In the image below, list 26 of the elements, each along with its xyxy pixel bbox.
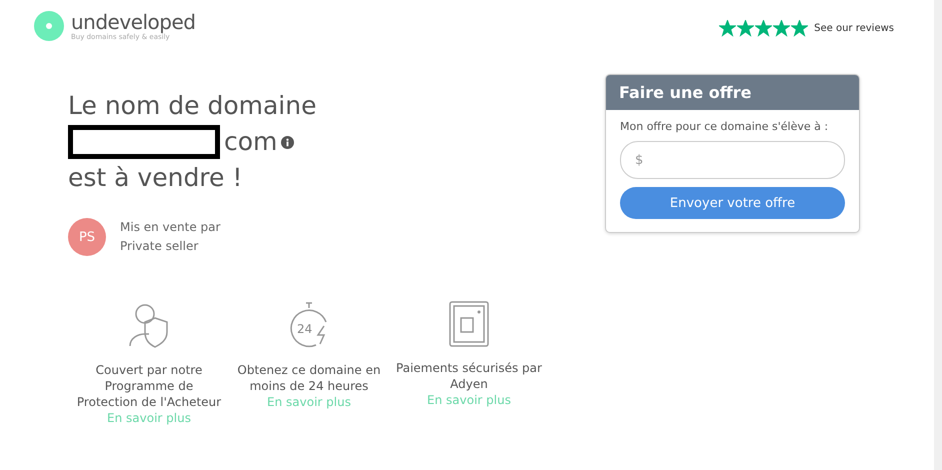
card-title: Faire une offre (606, 75, 859, 110)
info-icon[interactable] (281, 136, 294, 148)
headline-line: est à vendre ! (68, 162, 244, 194)
seller-name: Private seller (120, 238, 200, 255)
star-icon (719, 20, 736, 37)
seller-label: Mis en vente par (120, 219, 220, 236)
logo-name: undeveloped (71, 11, 196, 33)
star-icon (791, 20, 808, 37)
star-icon (773, 20, 790, 37)
learn-more-link[interactable]: En savoir plus (267, 394, 351, 410)
domain-suffix: com (224, 126, 278, 158)
headline-line: Le nom de domaine (68, 90, 316, 122)
seller-avatar: PS (68, 218, 106, 256)
star-icon (737, 20, 754, 37)
learn-more-link[interactable]: En savoir plus (107, 410, 191, 426)
reviews-link[interactable]: See our reviews (814, 23, 894, 34)
field-label: Mon offre pour ce domaine s'élève à : (620, 120, 830, 133)
star-icon (755, 20, 772, 37)
safe-icon (448, 300, 490, 348)
feature-text: Couvert par notre Programme de Protection de l'Acheteur (76, 362, 222, 410)
feature-text: Obtenez ce domaine en moins de 24 heures (236, 362, 382, 394)
feature-text: Paiements sécurisés par Adyen (395, 360, 543, 392)
logo-icon (34, 11, 64, 41)
offer-input[interactable]: $ (620, 141, 845, 179)
submit-button[interactable]: Envoyer votre offre (620, 187, 845, 219)
learn-more-link[interactable]: En savoir plus (427, 392, 511, 408)
